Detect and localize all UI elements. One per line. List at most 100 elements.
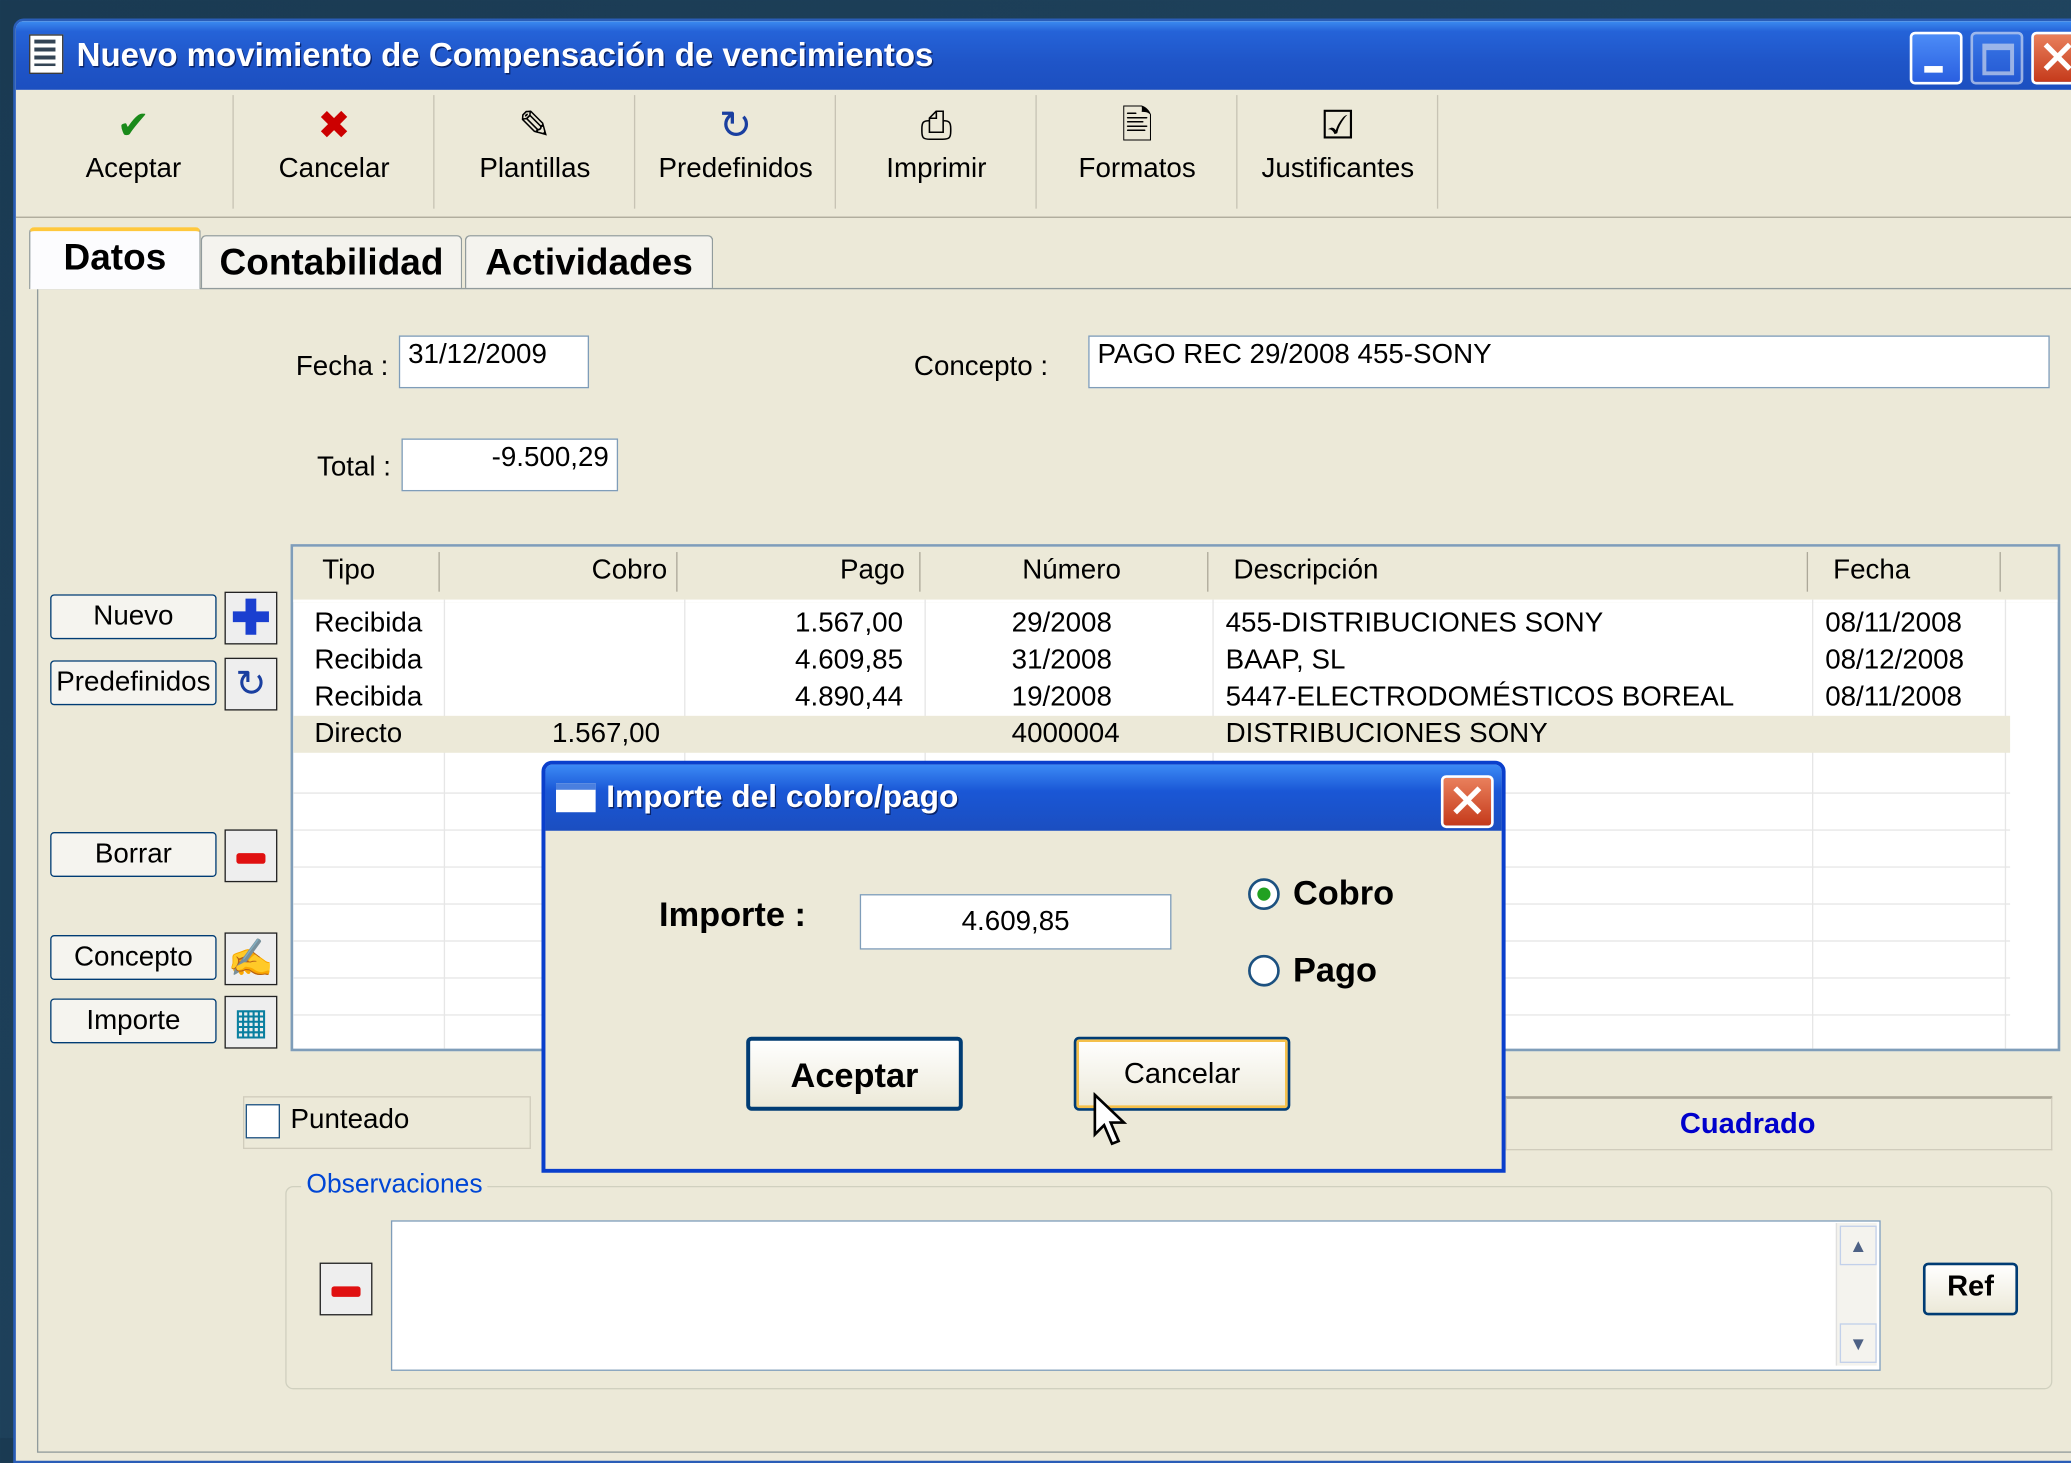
formatos-tool-button[interactable]: 🖹 Formatos <box>1038 95 1238 209</box>
total-field: -9.500,29 <box>401 438 619 492</box>
fecha-label: Fecha : <box>295 351 389 382</box>
predefinidos-button[interactable]: Predefinidos <box>50 660 217 706</box>
importe-dialog: Importe del cobro/pago Importe : 4.609,8… <box>541 760 1506 1173</box>
table-row[interactable]: Recibida 4.609,85 31/2008 BAAP, SL 08/12… <box>293 642 2010 679</box>
cell-numero: 29/2008 <box>1011 607 1112 638</box>
pago-radio-label[interactable]: Pago <box>1293 950 1377 991</box>
col-numero[interactable]: Número <box>1022 555 1121 587</box>
tool-label: Justificantes <box>1261 153 1415 184</box>
tab-actividades[interactable]: Actividades <box>464 235 714 290</box>
edit-concept-icon[interactable]: ✍ <box>224 932 278 986</box>
importe-button[interactable]: Importe <box>50 998 217 1044</box>
cell-tipo: Recibida <box>314 607 423 638</box>
tool-label: Predefinidos <box>658 153 813 184</box>
predefined-icon[interactable]: ↻ <box>224 657 278 711</box>
tool-label: Plantillas <box>479 153 591 184</box>
col-cobro[interactable]: Cobro <box>592 555 668 587</box>
cobro-radio[interactable] <box>1248 878 1280 910</box>
imprimir-tool-button[interactable]: ⎙ Imprimir <box>837 95 1037 209</box>
tool-label: Cancelar <box>278 153 390 184</box>
tool-label: Aceptar <box>85 153 182 184</box>
cell-descripcion: DISTRIBUCIONES SONY <box>1225 718 1548 749</box>
maximize-button[interactable] <box>1970 31 2024 85</box>
cell-tipo: Directo <box>314 718 403 749</box>
scrollbar[interactable]: ▲ ▼ <box>1835 1222 1877 1366</box>
tool-label: Imprimir <box>886 153 987 184</box>
cell-numero: 4000004 <box>1011 718 1120 749</box>
table-row[interactable]: Recibida 1.567,00 29/2008 455-DISTRIBUCI… <box>293 605 2010 642</box>
table-row[interactable]: Recibida 4.890,44 19/2008 5447-ELECTRODO… <box>293 679 2010 716</box>
tab-datos[interactable]: Datos <box>29 227 201 290</box>
close-button[interactable] <box>2031 31 2071 85</box>
cell-cobro: 1.567,00 <box>552 718 661 749</box>
cobro-radio-label[interactable]: Cobro <box>1293 873 1394 914</box>
main-window: Nuevo movimiento de Compensación de venc… <box>13 18 2071 1463</box>
total-label: Total : <box>316 451 391 483</box>
tool-label: Formatos <box>1078 153 1196 184</box>
scroll-up-icon[interactable]: ▲ <box>1839 1225 1877 1266</box>
column-separator <box>1806 552 1809 592</box>
observaciones-textarea[interactable] <box>390 1220 1881 1371</box>
window-icon <box>556 783 596 813</box>
col-tipo[interactable]: Tipo <box>322 555 375 587</box>
dialog-aceptar-button[interactable]: Aceptar <box>746 1036 963 1111</box>
predefined-icon: ↻ <box>719 104 753 148</box>
col-descripcion[interactable]: Descripción <box>1234 555 1379 587</box>
minimize-button[interactable] <box>1909 31 1963 85</box>
observaciones-label: Observaciones <box>301 1170 488 1201</box>
app-icon <box>29 34 64 74</box>
minus-icon[interactable] <box>224 829 278 883</box>
borrar-button[interactable]: Borrar <box>50 832 217 877</box>
cell-descripcion: 5447-ELECTRODOMÉSTICOS BOREAL <box>1225 681 1735 712</box>
cell-descripcion: BAAP, SL <box>1225 644 1346 675</box>
cell-pago: 4.609,85 <box>795 644 904 675</box>
col-pago[interactable]: Pago <box>840 555 905 587</box>
concepto-button[interactable]: Concepto <box>50 935 217 980</box>
mouse-cursor-icon <box>1093 1092 1128 1146</box>
cell-pago: 1.567,00 <box>795 607 904 638</box>
check-icon: ✔ <box>116 104 150 148</box>
cell-tipo: Recibida <box>314 681 423 712</box>
cancelar-tool-button[interactable]: ✖ Cancelar <box>235 95 435 209</box>
plantillas-tool-button[interactable]: ✎ Plantillas <box>436 95 636 209</box>
predefinidos-tool-button[interactable]: ↻ Predefinidos <box>637 95 837 209</box>
fecha-field[interactable]: 31/12/2009 <box>398 335 590 389</box>
aceptar-tool-button[interactable]: ✔ Aceptar <box>34 95 234 209</box>
column-separator <box>438 552 440 592</box>
cell-fecha: 08/12/2008 <box>1825 644 1965 675</box>
receipts-icon: ☑ <box>1320 104 1356 148</box>
plus-icon[interactable]: ✚ <box>224 591 278 645</box>
nuevo-button[interactable]: Nuevo <box>50 594 217 640</box>
table-header: Tipo Cobro Pago Número Descripción Fecha <box>293 546 2058 603</box>
cell-pago: 4.890,44 <box>795 681 904 712</box>
column-separator <box>919 552 921 592</box>
formats-icon: 🖹 <box>1121 104 1154 148</box>
scroll-down-icon[interactable]: ▼ <box>1839 1323 1877 1363</box>
printer-icon: ⎙ <box>920 104 953 148</box>
importe-label: Importe : <box>659 894 806 934</box>
justificantes-tool-button[interactable]: ☑ Justificantes <box>1239 95 1439 209</box>
cell-tipo: Recibida <box>314 644 423 675</box>
importe-input[interactable]: 4.609,85 <box>859 894 1172 950</box>
cell-numero: 31/2008 <box>1011 644 1112 675</box>
column-separator <box>676 552 678 592</box>
status-label: Cuadrado <box>1679 1106 1816 1140</box>
window-title: Nuevo movimiento de Compensación de venc… <box>76 36 934 74</box>
dialog-close-button[interactable] <box>1440 775 1494 829</box>
dialog-title: Importe del cobro/pago <box>606 779 959 815</box>
tab-contabilidad[interactable]: Contabilidad <box>200 235 463 290</box>
concepto-label: Concepto : <box>913 351 1049 382</box>
col-fecha[interactable]: Fecha <box>1833 555 1910 587</box>
calculator-icon[interactable]: ▦ <box>224 995 278 1049</box>
concepto-field[interactable]: PAGO REC 29/2008 455-SONY <box>1088 335 2050 389</box>
toolbar: ✔ Aceptar ✖ Cancelar ✎ Plantillas ↻ Pred… <box>15 90 2071 218</box>
minus-icon[interactable] <box>319 1262 373 1316</box>
dialog-title-bar: Importe del cobro/pago <box>545 764 1502 831</box>
column-separator <box>1999 552 2001 592</box>
cell-descripcion: 455-DISTRIBUCIONES SONY <box>1225 607 1604 638</box>
punteado-frame <box>243 1096 531 1150</box>
pago-radio[interactable] <box>1248 954 1280 987</box>
ref-button[interactable]: Ref <box>1922 1262 2019 1316</box>
cell-fecha: 08/11/2008 <box>1825 607 1962 638</box>
table-row-selected[interactable]: Directo 1.567,00 4000004 DISTRIBUCIONES … <box>293 715 2011 753</box>
